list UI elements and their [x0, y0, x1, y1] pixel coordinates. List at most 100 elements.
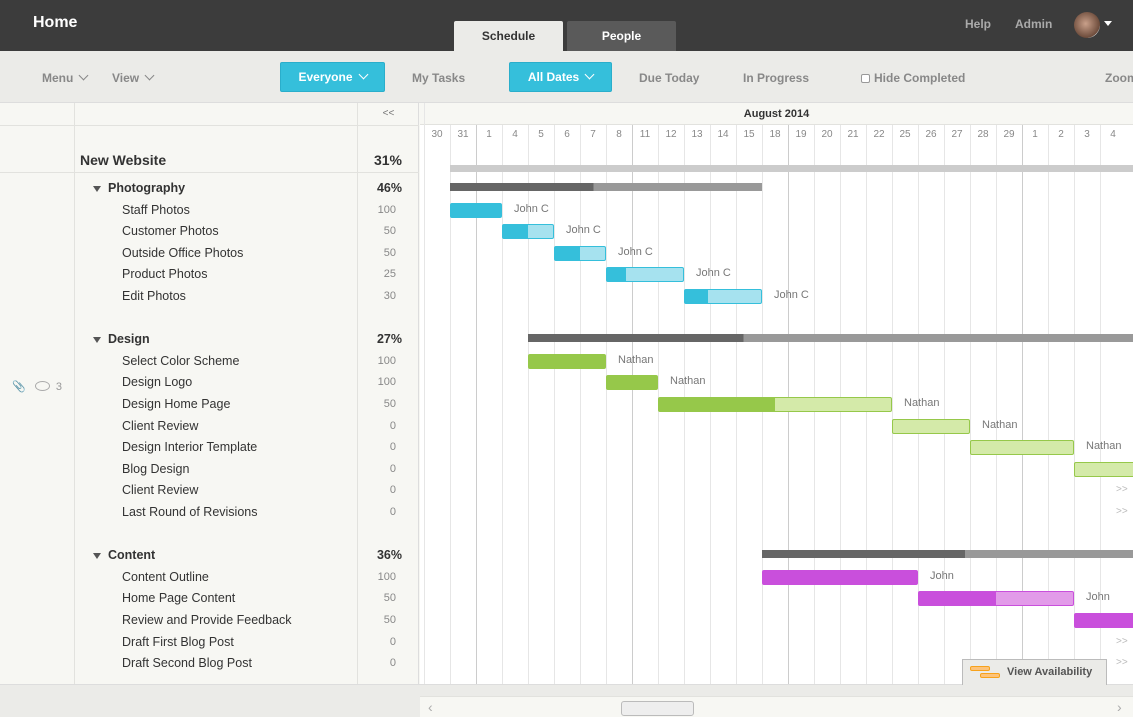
task-bar[interactable] — [762, 569, 918, 585]
tab-schedule[interactable]: Schedule — [454, 21, 563, 51]
all-dates-dropdown[interactable]: All Dates — [509, 62, 612, 92]
task-row[interactable]: Content Outline 100 — [0, 567, 419, 589]
task-bar[interactable] — [918, 591, 1074, 607]
task-row[interactable]: Last Round of Revisions 0 — [0, 502, 419, 524]
scrollbar-thumb[interactable] — [621, 701, 694, 716]
account-dropdown-icon[interactable] — [1104, 21, 1112, 26]
my-tasks-filter[interactable]: My Tasks — [412, 71, 465, 85]
chevron-down-icon — [144, 70, 155, 81]
collapse-panel-button[interactable]: << — [358, 103, 419, 125]
help-link[interactable]: Help — [965, 17, 991, 31]
day-label: 13 — [691, 129, 703, 140]
task-name: Design Logo — [122, 375, 193, 390]
task-row[interactable]: Edit Photos 30 — [0, 286, 419, 308]
group-name: Design — [108, 332, 150, 347]
day-label: 28 — [977, 129, 989, 140]
task-row[interactable]: Outside Office Photos 50 — [0, 243, 419, 265]
day-label: 27 — [951, 129, 963, 140]
task-row[interactable]: Customer Photos 50 — [0, 221, 419, 243]
tab-people[interactable]: People — [567, 21, 676, 51]
task-row[interactable]: Draft Second Blog Post 0 — [0, 653, 419, 675]
task-row[interactable]: Draft First Blog Post 0 — [0, 632, 419, 654]
admin-link[interactable]: Admin — [1015, 17, 1052, 31]
task-bar[interactable] — [528, 353, 606, 369]
checkbox-icon[interactable] — [861, 74, 870, 83]
day-label: 21 — [847, 129, 859, 140]
task-bar[interactable] — [1074, 613, 1133, 628]
task-percent: 0 — [389, 506, 396, 518]
task-bar[interactable] — [658, 397, 892, 412]
view-label: View — [112, 71, 140, 85]
collapse-triangle-icon[interactable] — [93, 553, 101, 560]
collapse-triangle-icon[interactable] — [93, 337, 101, 344]
task-percent: 50 — [383, 246, 396, 259]
home-title[interactable]: Home — [33, 14, 77, 32]
assignee-label: John C — [696, 267, 731, 280]
availability-icon — [970, 666, 990, 671]
task-name: Review and Provide Feedback — [122, 613, 292, 627]
more-arrow-icon[interactable]: >> — [1116, 484, 1128, 495]
task-row[interactable]: Staff Photos 100 — [0, 200, 419, 222]
task-row[interactable]: Blog Design 0 — [0, 459, 419, 481]
task-bar[interactable] — [554, 245, 606, 261]
group-summary-bar[interactable] — [528, 334, 1133, 343]
group-row[interactable]: Photography 46% — [0, 178, 419, 200]
task-row[interactable]: Select Color Scheme 100 — [0, 351, 419, 373]
task-name: Last Round of Revisions — [122, 505, 258, 519]
everyone-dropdown[interactable]: Everyone — [280, 62, 385, 92]
task-percent: 100 — [377, 203, 396, 216]
task-bar[interactable] — [606, 267, 684, 283]
task-row[interactable]: Product Photos 25 — [0, 264, 419, 286]
assignee-label: John C — [514, 202, 549, 215]
project-summary-bar[interactable] — [450, 165, 1133, 172]
grid-line — [606, 125, 607, 684]
scroll-left-icon[interactable]: ‹ — [428, 699, 433, 715]
task-row[interactable]: Design Interior Template 0 — [0, 437, 419, 459]
task-row[interactable]: Design Logo 100 — [0, 372, 419, 394]
task-row[interactable]: Home Page Content 50 — [0, 588, 419, 610]
zoom-control[interactable]: Zoom — [1105, 71, 1133, 85]
group-percent: 36% — [376, 548, 402, 563]
day-label: 29 — [1003, 129, 1015, 140]
more-arrow-icon[interactable]: >> — [1116, 506, 1128, 517]
day-label: 12 — [665, 129, 677, 140]
view-availability-button[interactable]: View Availability — [962, 659, 1107, 685]
day-label: 4 — [512, 129, 518, 140]
task-row[interactable]: Client Review 0 — [0, 416, 419, 438]
scroll-right-icon[interactable]: › — [1117, 699, 1122, 715]
due-today-filter[interactable]: Due Today — [639, 71, 699, 85]
task-bar[interactable] — [684, 289, 762, 304]
view-dropdown[interactable]: View — [112, 70, 155, 85]
task-name: Client Review — [122, 483, 199, 498]
task-bar[interactable] — [1074, 461, 1133, 477]
avatar[interactable] — [1074, 12, 1100, 38]
task-bar[interactable] — [970, 440, 1074, 456]
collapse-triangle-icon[interactable] — [93, 186, 101, 192]
task-bar[interactable] — [892, 418, 970, 434]
hide-completed-checkbox[interactable]: Hide Completed — [861, 71, 965, 85]
day-label: 5 — [538, 129, 544, 140]
day-label: 1 — [1032, 129, 1038, 140]
more-arrow-icon[interactable]: >> — [1116, 636, 1128, 647]
task-row[interactable]: Review and Provide Feedback 50 — [0, 610, 419, 632]
everyone-label: Everyone — [298, 70, 353, 84]
task-row[interactable]: Client Review 0 — [0, 480, 419, 502]
task-percent: 0 — [389, 657, 396, 670]
more-arrow-icon[interactable]: >> — [1116, 657, 1128, 668]
project-name[interactable]: New Website — [80, 152, 166, 168]
task-bar[interactable] — [502, 224, 554, 240]
horizontal-scrollbar[interactable]: ‹ › — [420, 696, 1133, 717]
assignee-label: John C — [566, 224, 601, 237]
menu-dropdown[interactable]: Menu — [42, 70, 89, 85]
group-summary-bar[interactable] — [450, 183, 762, 191]
in-progress-filter[interactable]: In Progress — [743, 71, 809, 85]
group-row[interactable]: Content 36% — [0, 545, 419, 567]
assignee-label: John C — [618, 245, 653, 258]
task-bar[interactable] — [450, 202, 502, 218]
group-summary-bar[interactable] — [762, 550, 1133, 559]
task-bar[interactable] — [606, 375, 658, 391]
task-row[interactable]: Design Home Page 50 — [0, 394, 419, 416]
task-name: Blog Design — [122, 461, 190, 476]
group-row[interactable]: Design 27% — [0, 329, 419, 351]
day-label: 11 — [639, 129, 651, 140]
